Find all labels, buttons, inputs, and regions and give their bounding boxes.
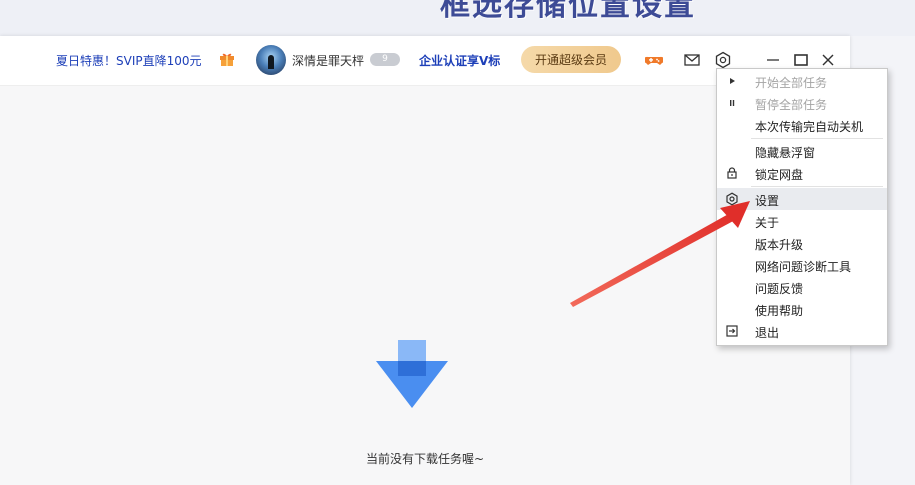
- menu-divider: [751, 138, 883, 139]
- promo-link[interactable]: 夏日特惠！SVIP直降100元: [56, 52, 202, 69]
- menu-item-label: 设置: [755, 194, 780, 208]
- menu-item-label: 锁定网盘: [755, 168, 804, 182]
- tutorial-caption: 框选存储位置设置: [440, 0, 696, 23]
- play-icon: [730, 78, 735, 84]
- empty-state-text: 当前没有下载任务喔~: [365, 452, 485, 466]
- menu-item-label: 隐藏悬浮窗: [755, 146, 816, 160]
- menu-item-upgrade[interactable]: 版本升级: [717, 232, 887, 254]
- menu-divider: [751, 186, 883, 187]
- menu-item-pause-all[interactable]: 暂停全部任务: [717, 92, 887, 114]
- menu-item-settings[interactable]: 设置: [717, 188, 887, 210]
- menu-item-feedback[interactable]: 问题反馈: [717, 276, 887, 298]
- avatar-figure: [268, 55, 274, 69]
- menu-item-start-all[interactable]: 开始全部任务: [717, 70, 887, 92]
- close-icon[interactable]: [819, 51, 837, 69]
- menu-item-auto-shutdown[interactable]: 本次传输完自动关机: [717, 114, 887, 136]
- level-badge: 9: [370, 53, 400, 66]
- avatar[interactable]: [256, 45, 286, 75]
- download-arrow-icon: [376, 340, 448, 408]
- enterprise-cert-link[interactable]: 企业认证享V标: [419, 52, 500, 69]
- settings-gear-icon[interactable]: [714, 51, 732, 69]
- minimize-icon[interactable]: [764, 51, 782, 69]
- game-icon[interactable]: [645, 51, 663, 69]
- menu-item-label: 退出: [755, 326, 780, 340]
- gear-icon: [726, 192, 738, 206]
- open-svip-button[interactable]: 开通超级会员: [521, 46, 621, 73]
- menu-item-help[interactable]: 使用帮助: [717, 298, 887, 320]
- menu-item-label: 使用帮助: [755, 304, 804, 318]
- menu-item-exit[interactable]: 退出: [717, 320, 887, 342]
- menu-item-label: 网络问题诊断工具: [755, 260, 852, 274]
- menu-item-label: 本次传输完自动关机: [755, 120, 864, 134]
- username[interactable]: 深情是罪天枰: [292, 52, 364, 69]
- menu-item-lock[interactable]: 锁定网盘: [717, 162, 887, 184]
- menu-item-label: 开始全部任务: [755, 76, 828, 90]
- menu-item-label: 版本升级: [755, 238, 804, 252]
- menu-item-hide-float[interactable]: 隐藏悬浮窗: [717, 140, 887, 162]
- mail-icon[interactable]: [683, 51, 701, 69]
- menu-item-label: 关于: [755, 216, 780, 230]
- exit-icon: [726, 325, 738, 337]
- lock-icon: [727, 167, 737, 179]
- maximize-icon[interactable]: [792, 51, 810, 69]
- settings-dropdown-menu: 开始全部任务 暂停全部任务 本次传输完自动关机 隐藏悬浮窗 锁定网盘 设置 关于…: [716, 68, 888, 346]
- menu-item-network-diagnose[interactable]: 网络问题诊断工具: [717, 254, 887, 276]
- menu-item-label: 暂停全部任务: [755, 98, 828, 112]
- gift-icon[interactable]: [219, 51, 235, 67]
- menu-item-label: 问题反馈: [755, 282, 804, 296]
- menu-item-about[interactable]: 关于: [717, 210, 887, 232]
- pause-icon: [730, 100, 735, 106]
